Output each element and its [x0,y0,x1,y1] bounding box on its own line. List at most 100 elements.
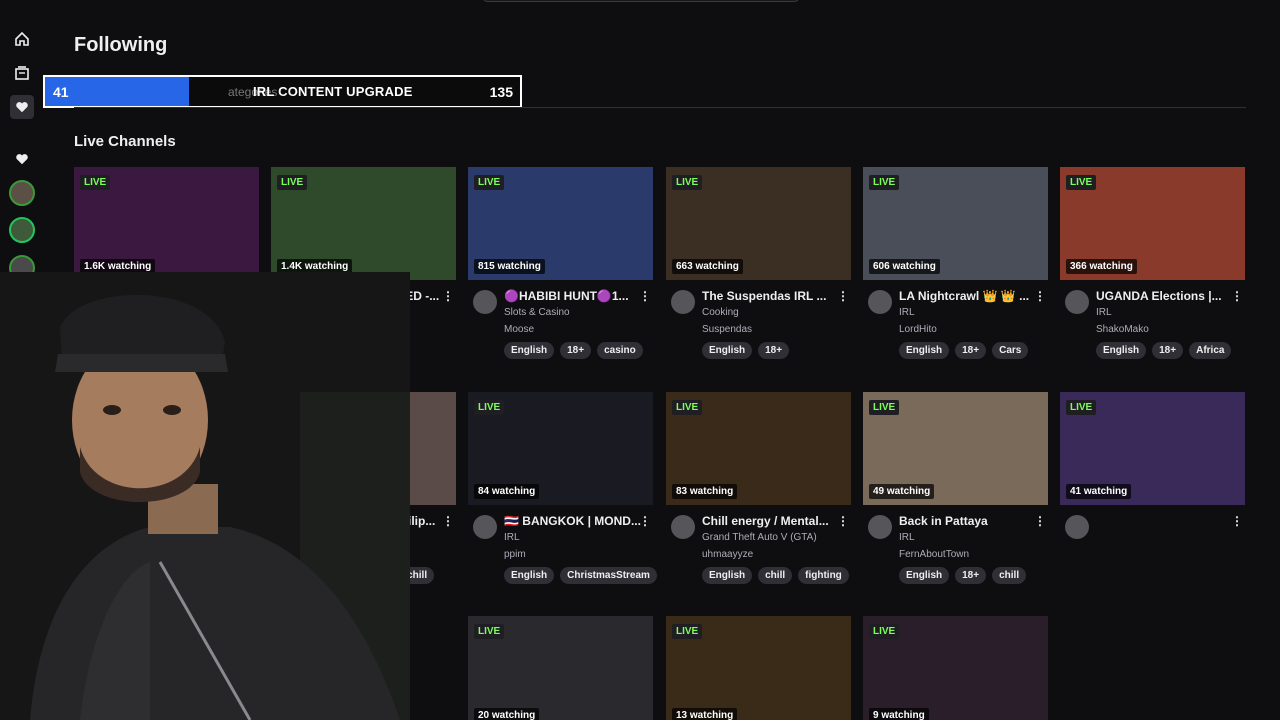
stream-title[interactable]: LA Nightcrawl 👑 👑 ... [899,289,1037,303]
stream-category[interactable]: IRL [899,307,915,318]
tag-pill[interactable]: fighting [798,567,849,584]
stream-thumbnail[interactable]: LIVE 366 watching [1060,167,1245,280]
live-badge: LIVE [1066,175,1097,190]
stream-thumbnail[interactable]: LIVE 49 watching [863,392,1048,505]
stream-card[interactable]: LIVE 41 watching ⋮ [1060,392,1245,585]
channel-avatar[interactable] [473,515,497,539]
tag-pill[interactable]: 18+ [1152,342,1184,359]
streamer-name[interactable]: LordHito [899,324,937,335]
more-options-icon[interactable]: ⋮ [1034,289,1046,303]
viewer-count: 815 watching [474,259,545,274]
stream-title[interactable]: 🟣HABIBI HUNT🟣1... [504,289,642,303]
more-options-icon[interactable]: ⋮ [639,289,651,303]
tag-pill[interactable]: 18+ [955,567,987,584]
channel-avatar[interactable] [671,515,695,539]
rail-channel-avatar[interactable] [9,180,35,206]
stream-category[interactable]: IRL [899,532,915,543]
stream-thumbnail[interactable]: LIVE 606 watching [863,167,1048,280]
live-badge: LIVE [672,400,703,415]
stream-thumbnail[interactable]: LIVE 13 watching [666,616,851,720]
more-options-icon[interactable]: ⋮ [442,514,454,528]
tag-pill[interactable]: English [702,567,753,584]
stream-card[interactable]: LIVE 815 watching 🟣HABIBI HUNT🟣1... ⋮ Slots … [468,167,653,360]
streamer-name[interactable]: ppim [504,549,526,560]
more-options-icon[interactable]: ⋮ [1034,514,1046,528]
streamer-name[interactable]: uhmaayyze [702,549,753,560]
more-options-icon[interactable]: ⋮ [442,289,454,303]
stream-category[interactable]: Grand Theft Auto V (GTA) [702,532,817,543]
tag-pill[interactable]: 18+ [955,342,987,359]
channel-avatar[interactable] [473,290,497,314]
tag-pill[interactable]: 18+ [758,342,790,359]
tag-pill[interactable]: Cars [992,342,1029,359]
tag-pill[interactable]: chill [758,567,793,584]
stream-category[interactable]: Cooking [702,307,739,318]
tab-divider [74,107,1246,108]
tag-pill[interactable]: Africa [1189,342,1232,359]
stream-thumbnail[interactable]: LIVE 815 watching [468,167,653,280]
goal-title: IRL CONTENT UPGRADE [253,84,413,99]
stream-card[interactable]: LIVE 9 watching [863,616,1048,720]
stream-title[interactable]: UGANDA Elections |... [1096,289,1234,303]
tag-pill[interactable]: casino [597,342,643,359]
followed-channels-heart-icon [11,148,33,170]
stream-thumbnail[interactable]: LIVE 41 watching [1060,392,1245,505]
streamer-name[interactable]: Suspendas [702,324,752,335]
stream-card[interactable]: LIVE 83 watching Chill energy / Mental... ⋮… [666,392,851,585]
streamer-name[interactable]: Moose [504,324,534,335]
more-options-icon[interactable]: ⋮ [837,289,849,303]
tag-pill[interactable]: English [504,567,555,584]
channel-avatar[interactable] [1065,290,1089,314]
browse-icon[interactable] [11,62,33,84]
stream-thumbnail[interactable]: LIVE 20 watching [468,616,653,720]
stream-title[interactable]: 🇹🇭 BANGKOK | MOND... [504,514,642,528]
viewer-count: 9 watching [869,708,929,720]
tag-list: English 18+ [702,342,790,359]
more-options-icon[interactable]: ⋮ [1231,514,1243,528]
stream-category[interactable]: IRL [504,532,520,543]
home-icon[interactable] [11,28,33,50]
live-badge: LIVE [672,175,703,190]
tag-pill[interactable]: English [504,342,555,359]
stream-category[interactable]: IRL [1096,307,1112,318]
stream-card[interactable]: LIVE 606 watching LA Nightcrawl 👑 👑 ... ⋮ IR… [863,167,1048,360]
following-heart-icon[interactable] [10,95,34,119]
live-badge: LIVE [474,624,505,639]
streamer-name[interactable]: FernAboutTown [899,549,969,560]
channel-avatar[interactable] [868,515,892,539]
stream-title[interactable]: The Suspendas IRL ... [702,289,840,303]
rail-channel-avatar[interactable] [9,217,35,243]
search-bar[interactable] [482,0,800,2]
stream-title[interactable]: Back in Pattaya [899,514,1037,528]
webcam-overlay [0,272,410,720]
stream-meta: ⋮ [1060,505,1245,585]
stream-card[interactable]: LIVE 49 watching Back in Pattaya ⋮ IRL FernAb… [863,392,1048,585]
channel-avatar[interactable] [671,290,695,314]
stream-thumbnail[interactable]: LIVE 663 watching [666,167,851,280]
more-options-icon[interactable]: ⋮ [1231,289,1243,303]
tag-pill[interactable]: ChristmasStream [560,567,657,584]
streamer-name[interactable]: ShakoMako [1096,324,1149,335]
more-options-icon[interactable]: ⋮ [639,514,651,528]
channel-avatar[interactable] [868,290,892,314]
stream-card[interactable]: LIVE 13 watching [666,616,851,720]
stream-card[interactable]: LIVE 20 watching [468,616,653,720]
stream-thumbnail[interactable]: LIVE 1.6K watching [74,167,259,280]
stream-card[interactable]: LIVE 84 watching 🇹🇭 BANGKOK | MOND... ⋮ IRL p… [468,392,657,585]
stream-category[interactable]: Slots & Casino [504,307,570,318]
stream-thumbnail[interactable]: LIVE 1.4K watching [271,167,456,280]
stream-card[interactable]: LIVE 366 watching UGANDA Elections |... ⋮ IR… [1060,167,1245,360]
stream-thumbnail[interactable]: LIVE 84 watching [468,392,653,505]
channel-avatar[interactable] [1065,515,1089,539]
tag-pill[interactable]: English [899,567,950,584]
stream-card[interactable]: LIVE 663 watching The Suspendas IRL ... ⋮ Co… [666,167,851,360]
stream-title[interactable]: Chill energy / Mental... [702,514,840,528]
tag-pill[interactable]: English [702,342,753,359]
more-options-icon[interactable]: ⋮ [837,514,849,528]
tag-pill[interactable]: chill [992,567,1027,584]
stream-thumbnail[interactable]: LIVE 83 watching [666,392,851,505]
tag-pill[interactable]: English [899,342,950,359]
stream-thumbnail[interactable]: LIVE 9 watching [863,616,1048,720]
tag-pill[interactable]: English [1096,342,1147,359]
tag-pill[interactable]: 18+ [560,342,592,359]
